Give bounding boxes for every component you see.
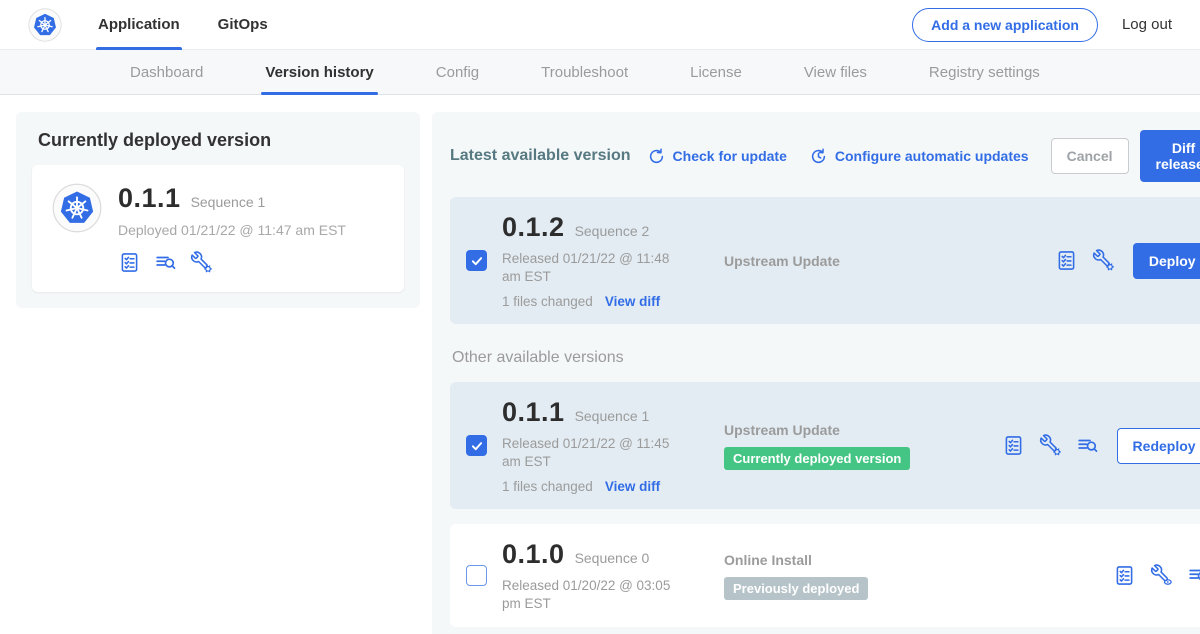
version-source: Online Install Previously deployed	[724, 552, 1113, 600]
clock-refresh-icon	[809, 147, 828, 166]
version-row-0-1-1: 0.1.1 Sequence 1 Released 01/21/22 @ 11:…	[450, 382, 1200, 509]
top-nav-tabs: Application GitOps	[96, 0, 304, 50]
view-diff-link[interactable]: View diff	[605, 479, 660, 494]
checkmark-icon	[470, 254, 484, 268]
preflight-checks-icon[interactable]	[1002, 434, 1025, 457]
configure-auto-updates-label: Configure automatic updates	[835, 148, 1029, 164]
source-label: Online Install	[724, 552, 1113, 568]
top-navbar: Application GitOps Add a new application…	[0, 0, 1200, 50]
diff-releases-button[interactable]: Diff releases	[1140, 130, 1200, 182]
panel-header-buttons: Cancel Diff releases	[1051, 130, 1200, 182]
released-timestamp: Released 01/20/22 @ 03:05 pm EST	[502, 577, 684, 612]
sequence-label: Sequence 1	[575, 408, 650, 424]
version-row-0-1-0: 0.1.0 Sequence 0 Released 01/20/22 @ 03:…	[450, 524, 1200, 627]
version-checkbox[interactable]	[466, 435, 487, 456]
preflight-checks-icon[interactable]	[1055, 249, 1078, 272]
preflight-checks-icon[interactable]	[1113, 564, 1136, 587]
version-checkbox[interactable]	[466, 565, 487, 586]
deployed-timestamp: Deployed 01/21/22 @ 11:47 am EST	[118, 222, 346, 238]
check-for-update-label: Check for update	[673, 148, 787, 164]
subtab-registry-settings[interactable]: Registry settings	[929, 50, 1040, 95]
version-actions	[1002, 434, 1099, 457]
view-config-icon[interactable]	[1150, 564, 1173, 587]
logout-link[interactable]: Log out	[1122, 16, 1172, 33]
add-new-application-button[interactable]: Add a new application	[912, 8, 1098, 42]
currently-deployed-badge: Currently deployed version	[724, 447, 910, 470]
app-kubernetes-icon	[52, 183, 118, 233]
version-info: 0.1.0 Sequence 0 Released 01/20/22 @ 03:…	[502, 539, 698, 612]
deploy-button[interactable]: Deploy	[1133, 243, 1200, 279]
deployed-actions	[118, 251, 346, 274]
top-nav-right: Add a new application Log out	[912, 8, 1172, 42]
subtab-troubleshoot[interactable]: Troubleshoot	[541, 50, 628, 95]
version-row-0-1-2: 0.1.2 Sequence 2 Released 01/21/22 @ 11:…	[450, 197, 1200, 324]
source-label: Upstream Update	[724, 253, 1055, 269]
deploy-logs-icon[interactable]	[1076, 434, 1099, 457]
files-changed-label: 1 files changed	[502, 479, 593, 494]
subtab-version-history[interactable]: Version history	[265, 50, 373, 95]
preflight-checks-icon[interactable]	[118, 251, 141, 274]
currently-deployed-card: Currently deployed version 0.1.1 Sequenc…	[16, 112, 420, 308]
configure-auto-updates-link[interactable]: Configure automatic updates	[809, 147, 1029, 166]
version-number: 0.1.2	[502, 212, 565, 243]
deployed-version-box: 0.1.1 Sequence 1 Deployed 01/21/22 @ 11:…	[32, 165, 404, 292]
deployed-version-info: 0.1.1 Sequence 1 Deployed 01/21/22 @ 11:…	[118, 183, 346, 274]
sequence-label: Sequence 2	[575, 223, 650, 239]
released-timestamp: Released 01/21/22 @ 11:45 am EST	[502, 435, 684, 470]
latest-available-heading: Latest available version	[450, 147, 631, 165]
deploy-logs-icon[interactable]	[1187, 564, 1200, 587]
version-actions	[1113, 564, 1200, 587]
main-content: Currently deployed version 0.1.1 Sequenc…	[0, 95, 1200, 634]
subtab-license[interactable]: License	[690, 50, 742, 95]
check-for-update-link[interactable]: Check for update	[647, 147, 787, 166]
subtab-config[interactable]: Config	[436, 50, 479, 95]
app-subnav: Dashboard Version history Config Trouble…	[0, 50, 1200, 95]
panel-header: Latest available version Check for updat…	[450, 130, 1200, 182]
edit-config-icon[interactable]	[1092, 249, 1115, 272]
version-source: Upstream Update	[724, 253, 1055, 269]
previously-deployed-badge: Previously deployed	[724, 577, 868, 600]
redeploy-button[interactable]: Redeploy	[1117, 428, 1200, 464]
sequence-label: Sequence 0	[575, 550, 650, 566]
edit-config-icon[interactable]	[190, 251, 213, 274]
deploy-logs-icon[interactable]	[154, 251, 177, 274]
version-info: 0.1.2 Sequence 2 Released 01/21/22 @ 11:…	[502, 212, 698, 309]
deployed-sequence-label: Sequence 1	[191, 194, 266, 210]
currently-deployed-title: Currently deployed version	[32, 130, 404, 151]
deployed-version-number: 0.1.1	[118, 183, 181, 214]
subtab-view-files[interactable]: View files	[804, 50, 867, 95]
other-versions-heading: Other available versions	[452, 349, 1200, 367]
tab-gitops[interactable]: GitOps	[216, 0, 270, 50]
view-diff-link[interactable]: View diff	[605, 294, 660, 309]
released-timestamp: Released 01/21/22 @ 11:48 am EST	[502, 250, 684, 285]
subtab-dashboard[interactable]: Dashboard	[130, 50, 203, 95]
version-info: 0.1.1 Sequence 1 Released 01/21/22 @ 11:…	[502, 397, 698, 494]
version-history-panel: Latest available version Check for updat…	[432, 112, 1200, 634]
files-changed-label: 1 files changed	[502, 294, 593, 309]
version-number: 0.1.1	[502, 397, 565, 428]
version-actions	[1055, 249, 1115, 272]
version-number: 0.1.0	[502, 539, 565, 570]
cancel-button[interactable]: Cancel	[1051, 138, 1129, 174]
refresh-icon	[647, 147, 666, 166]
kubernetes-logo-icon	[28, 8, 62, 42]
checkmark-icon	[470, 439, 484, 453]
version-checkbox[interactable]	[466, 250, 487, 271]
source-label: Upstream Update	[724, 422, 1002, 438]
edit-config-icon[interactable]	[1039, 434, 1062, 457]
version-source: Upstream Update Currently deployed versi…	[724, 422, 1002, 470]
tab-application[interactable]: Application	[96, 0, 182, 50]
